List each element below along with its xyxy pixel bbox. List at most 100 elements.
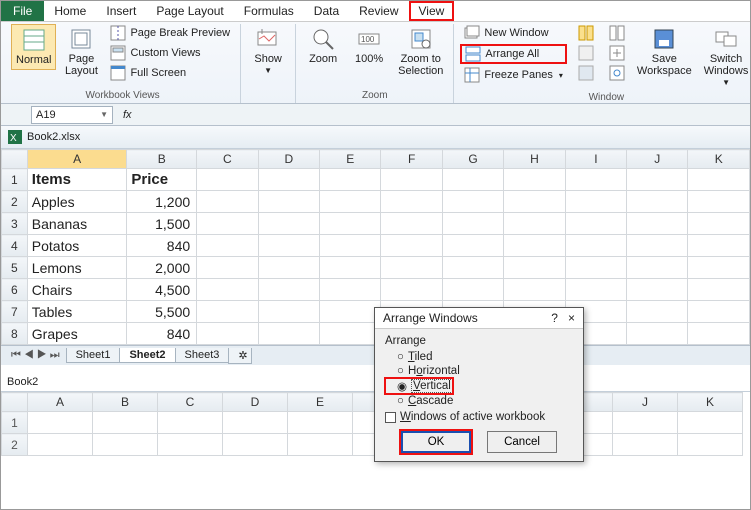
- custom-views-button[interactable]: Custom Views: [106, 44, 234, 62]
- cell-empty[interactable]: [627, 301, 688, 323]
- cell-empty[interactable]: [381, 257, 442, 279]
- save-workspace-button[interactable]: Save Workspace: [633, 24, 696, 80]
- cell-empty[interactable]: [442, 213, 503, 235]
- col-head-A[interactable]: A: [27, 150, 127, 169]
- cell-empty[interactable]: [197, 191, 258, 213]
- row-head-3[interactable]: 3: [2, 213, 28, 235]
- cell-empty[interactable]: [28, 434, 93, 456]
- switch-windows-button[interactable]: Switch Windows ▼: [700, 24, 751, 91]
- cell-B6[interactable]: 4,500: [127, 279, 197, 301]
- checkbox-active-workbook[interactable]: Windows of active workbook: [385, 408, 573, 431]
- cancel-button[interactable]: Cancel: [487, 431, 557, 453]
- cell-empty[interactable]: [320, 279, 381, 301]
- cell-empty[interactable]: [258, 169, 319, 191]
- freeze-panes-button[interactable]: Freeze Panes▾: [460, 66, 567, 84]
- col-head-G[interactable]: G: [442, 150, 503, 169]
- tab-view[interactable]: View: [409, 1, 455, 21]
- unhide-button[interactable]: [574, 64, 598, 82]
- cell-empty[interactable]: [688, 323, 750, 345]
- cell-empty[interactable]: [28, 412, 93, 434]
- cell-A7[interactable]: Tables: [27, 301, 127, 323]
- page-layout-button[interactable]: Page Layout: [60, 24, 102, 80]
- col-head-A[interactable]: A: [28, 393, 93, 412]
- cell-empty[interactable]: [320, 191, 381, 213]
- cell-A5[interactable]: Lemons: [27, 257, 127, 279]
- cell-empty[interactable]: [320, 323, 381, 345]
- tab-home[interactable]: Home: [44, 1, 96, 21]
- cell-empty[interactable]: [627, 235, 688, 257]
- cell-empty[interactable]: [197, 257, 258, 279]
- cell-A2[interactable]: Apples: [27, 191, 127, 213]
- cell-empty[interactable]: [197, 169, 258, 191]
- cell-empty[interactable]: [320, 213, 381, 235]
- fx-label[interactable]: fx: [119, 109, 136, 121]
- normal-view-button[interactable]: Normal: [11, 24, 56, 70]
- row-head-1[interactable]: 1: [2, 169, 28, 191]
- cell-empty[interactable]: [258, 235, 319, 257]
- cell-B8[interactable]: 840: [127, 323, 197, 345]
- col-head-J[interactable]: J: [627, 150, 688, 169]
- col-head-B[interactable]: B: [93, 393, 158, 412]
- cell-empty[interactable]: [258, 257, 319, 279]
- cell-empty[interactable]: [158, 412, 223, 434]
- cell-empty[interactable]: [258, 213, 319, 235]
- tab-formulas[interactable]: Formulas: [234, 1, 304, 21]
- cell-empty[interactable]: [627, 323, 688, 345]
- cell-empty[interactable]: [678, 434, 743, 456]
- tab-file[interactable]: File: [1, 1, 44, 21]
- cell-empty[interactable]: [627, 213, 688, 235]
- tab-insert[interactable]: Insert: [96, 1, 146, 21]
- arrange-all-button[interactable]: Arrange All: [460, 44, 567, 64]
- sheet-tab-sheet3[interactable]: Sheet3: [175, 348, 230, 363]
- sync-scroll-button[interactable]: [605, 44, 629, 62]
- cell-empty[interactable]: [197, 301, 258, 323]
- cell-empty[interactable]: [197, 213, 258, 235]
- sheet-tab-sheet2[interactable]: Sheet2: [119, 348, 175, 363]
- row-head-8[interactable]: 8: [2, 323, 28, 345]
- cell-empty[interactable]: [258, 301, 319, 323]
- cell-empty[interactable]: [442, 279, 503, 301]
- col-head-E[interactable]: E: [320, 150, 381, 169]
- cell-empty[interactable]: [381, 213, 442, 235]
- cell-empty[interactable]: [688, 301, 750, 323]
- row-head-4[interactable]: 4: [2, 235, 28, 257]
- new-window-button[interactable]: New Window: [460, 24, 567, 42]
- row-head-6[interactable]: 6: [2, 279, 28, 301]
- col-head-E[interactable]: E: [288, 393, 353, 412]
- tab-review[interactable]: Review: [349, 1, 408, 21]
- cell-empty[interactable]: [288, 434, 353, 456]
- cell-empty[interactable]: [504, 191, 565, 213]
- cell-empty[interactable]: [197, 279, 258, 301]
- cell-empty[interactable]: [258, 323, 319, 345]
- zoom-100-button[interactable]: 100 100%: [348, 24, 390, 68]
- cell-A1[interactable]: Items: [27, 169, 127, 191]
- col-head-K[interactable]: K: [688, 150, 750, 169]
- cell-empty[interactable]: [197, 323, 258, 345]
- cell-empty[interactable]: [93, 412, 158, 434]
- cell-B2[interactable]: 1,200: [127, 191, 197, 213]
- cell-empty[interactable]: [320, 301, 381, 323]
- col-head-D[interactable]: D: [223, 393, 288, 412]
- col-head-F[interactable]: F: [381, 150, 442, 169]
- new-sheet-button[interactable]: ✲: [228, 348, 252, 364]
- hide-button[interactable]: [574, 44, 598, 62]
- cell-empty[interactable]: [688, 169, 750, 191]
- cell-empty[interactable]: [442, 191, 503, 213]
- cell-empty[interactable]: [504, 169, 565, 191]
- tab-data[interactable]: Data: [304, 1, 349, 21]
- cell-empty[interactable]: [627, 279, 688, 301]
- cell-B5[interactable]: 2,000: [127, 257, 197, 279]
- cell-B7[interactable]: 5,500: [127, 301, 197, 323]
- cell-empty[interactable]: [565, 257, 626, 279]
- cell-empty[interactable]: [627, 257, 688, 279]
- cell-empty[interactable]: [504, 257, 565, 279]
- cell-empty[interactable]: [288, 412, 353, 434]
- cell-empty[interactable]: [320, 257, 381, 279]
- cell-B4[interactable]: 840: [127, 235, 197, 257]
- cell-empty[interactable]: [223, 412, 288, 434]
- cell-empty[interactable]: [565, 169, 626, 191]
- cell-empty[interactable]: [688, 235, 750, 257]
- cell-A3[interactable]: Bananas: [27, 213, 127, 235]
- view-side-button[interactable]: [605, 24, 629, 42]
- reset-pos-button[interactable]: [605, 64, 629, 82]
